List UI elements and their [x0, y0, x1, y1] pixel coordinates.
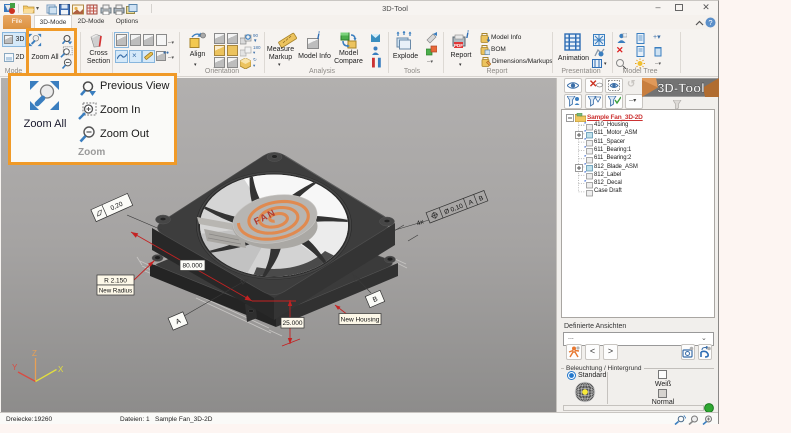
svg-text:Y: Y — [12, 363, 18, 372]
svg-text:New Radius: New Radius — [99, 288, 132, 295]
svg-text:New Housing: New Housing — [341, 316, 380, 323]
svg-text:PDF: PDF — [454, 43, 463, 48]
svg-text:X: X — [58, 365, 64, 374]
svg-text:25.000: 25.000 — [283, 320, 303, 327]
svg-text:3D-Tool: 3D-Tool — [657, 81, 704, 96]
svg-text:Z: Z — [32, 349, 37, 358]
svg-text:R 2.150: R 2.150 — [104, 278, 127, 285]
svg-text:80.000: 80.000 — [183, 263, 203, 270]
svg-text:?: ? — [708, 18, 712, 27]
